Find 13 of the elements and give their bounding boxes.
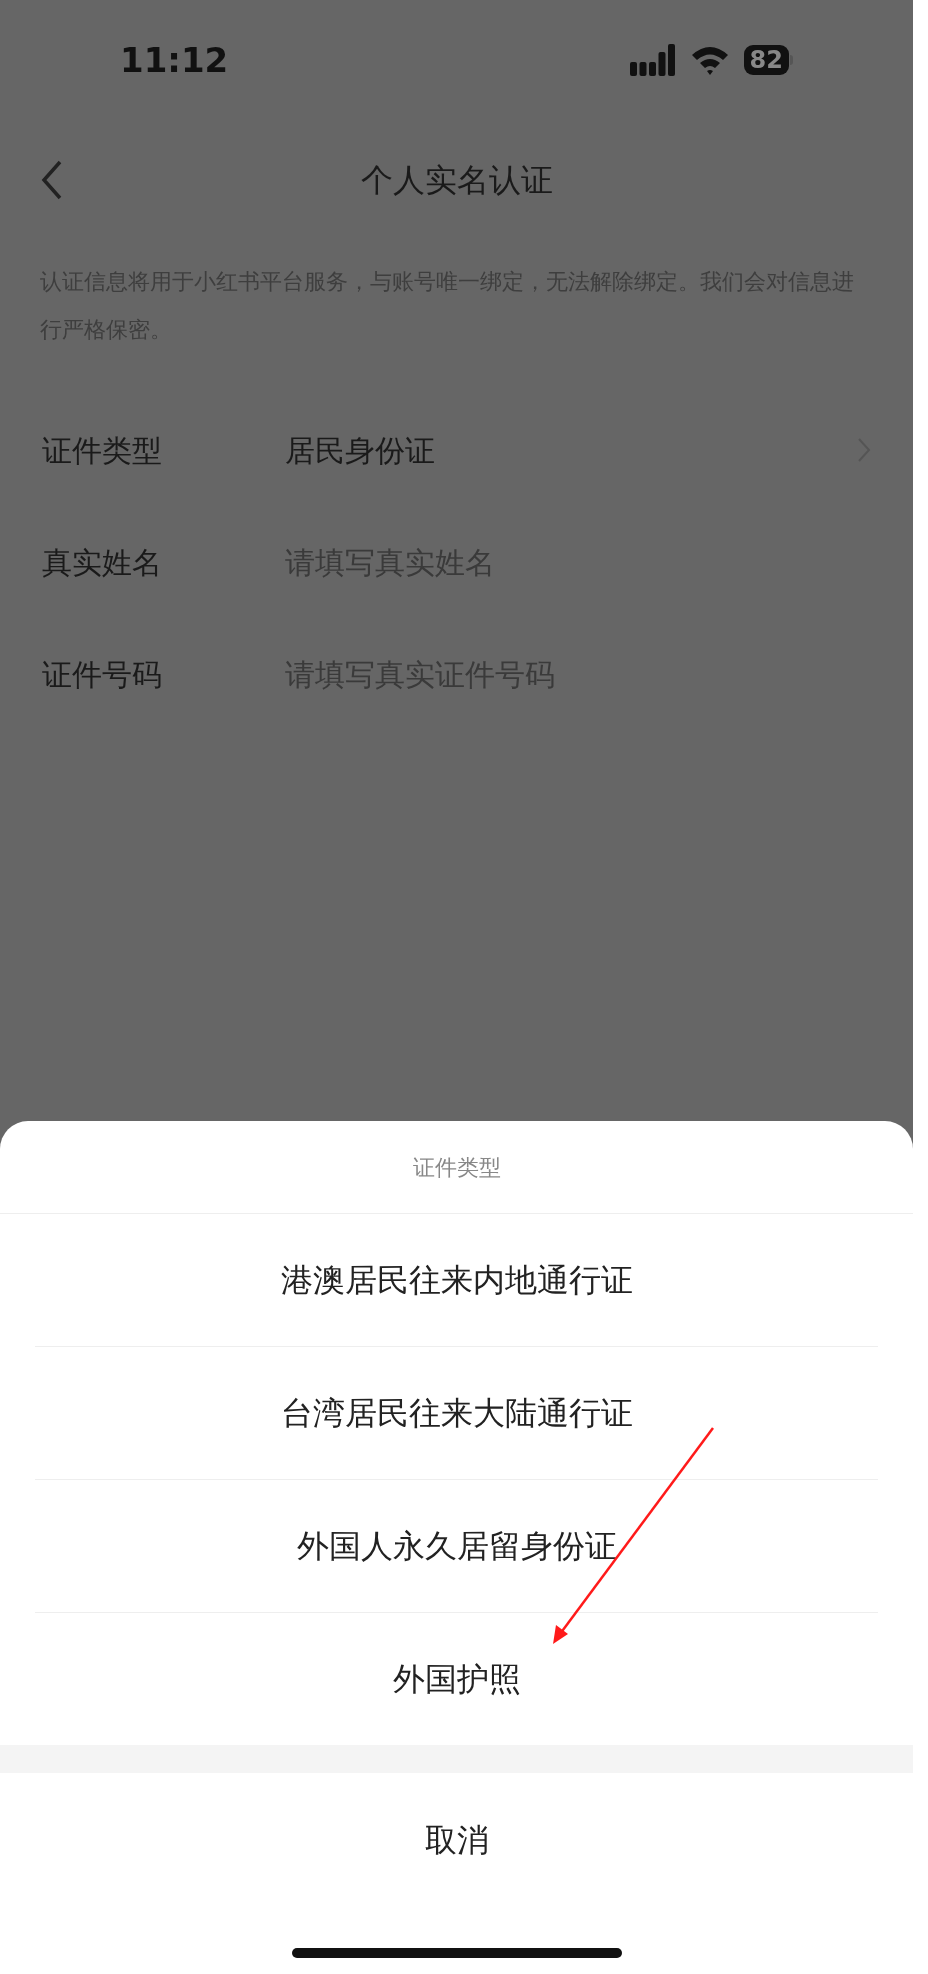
back-icon[interactable] bbox=[40, 160, 64, 200]
cancel-button[interactable]: 取消 bbox=[0, 1773, 913, 1907]
sheet-option[interactable]: 外国护照 bbox=[35, 1613, 878, 1745]
field-label: 证件类型 bbox=[42, 431, 163, 470]
status-time: 11:12 bbox=[120, 38, 229, 82]
field-label: 真实姓名 bbox=[42, 543, 163, 582]
page-title: 个人实名认证 bbox=[360, 160, 553, 201]
signal-icon bbox=[629, 44, 676, 76]
field-label: 证件号码 bbox=[42, 655, 163, 694]
sheet-option[interactable]: 外国人永久居留身份证 bbox=[35, 1480, 878, 1612]
sheet-title: 证件类型 bbox=[412, 1153, 501, 1182]
sheet-option[interactable]: 台湾居民往来大陆通行证 bbox=[35, 1347, 878, 1479]
sheet-option[interactable]: 港澳居民往来内地通行证 bbox=[35, 1214, 878, 1346]
